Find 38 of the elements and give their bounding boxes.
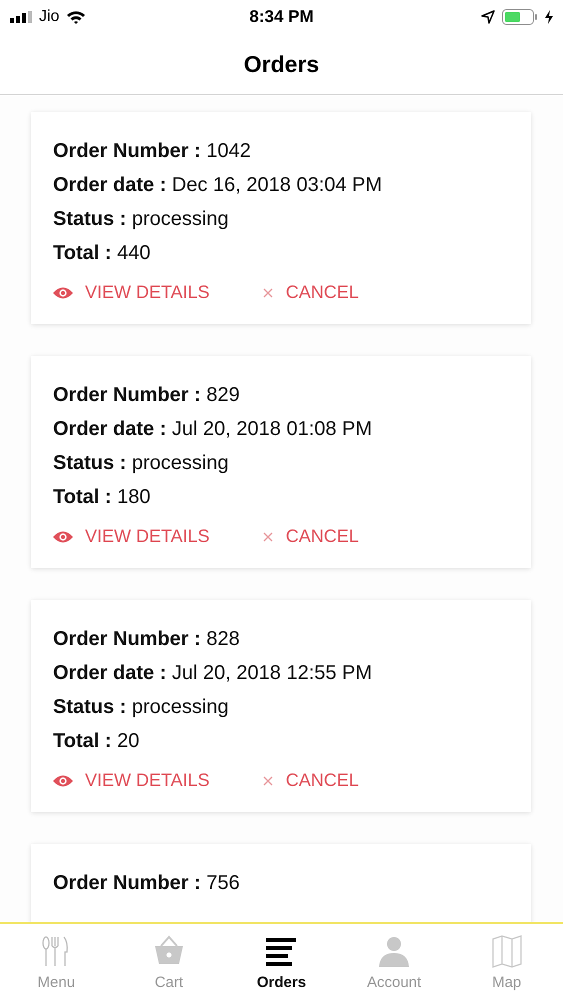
eye-icon — [53, 530, 73, 544]
cancel-button[interactable]: CANCEL — [262, 770, 359, 791]
order-field: Status : processing — [53, 202, 509, 236]
tab-item[interactable]: Cart — [112, 924, 226, 1000]
order-field: Status : processing — [53, 690, 509, 724]
order-field: Order date : Jul 20, 2018 12:55 PM — [53, 656, 509, 690]
wifi-icon — [66, 10, 86, 24]
tab-item[interactable]: Map — [450, 924, 563, 1000]
eye-icon — [53, 774, 73, 788]
eye-icon — [53, 286, 73, 300]
carrier-name: Jio — [39, 8, 60, 26]
view-details-button[interactable]: VIEW DETAILS — [53, 282, 210, 303]
cross-icon — [262, 774, 274, 786]
order-field: Status : processing — [53, 446, 509, 480]
order-field: Total : 440 — [53, 236, 509, 270]
tab-item[interactable]: Orders — [225, 924, 338, 1000]
view-details-button[interactable]: VIEW DETAILS — [53, 770, 210, 791]
tab-item[interactable]: Account — [338, 924, 450, 1000]
order-field: Order date : Dec 16, 2018 03:04 PM — [53, 168, 509, 202]
cross-icon — [262, 286, 274, 298]
location-icon — [481, 10, 495, 24]
order-field: Order Number : 829 — [53, 378, 509, 412]
order-field: Order Number : 828 — [53, 622, 509, 656]
cross-icon — [262, 530, 274, 542]
order-field: Total : 20 — [53, 724, 509, 758]
view-details-button[interactable]: VIEW DETAILS — [53, 526, 210, 547]
status-time: 8:34 PM — [248, 7, 315, 27]
order-field: Total : 180 — [53, 480, 509, 514]
cancel-button[interactable]: CANCEL — [262, 282, 359, 303]
charging-icon — [545, 10, 553, 24]
tab-item[interactable]: Menu — [0, 924, 113, 1000]
cancel-button[interactable]: CANCEL — [262, 526, 359, 547]
screen-title: Orders — [244, 50, 320, 78]
battery-icon — [502, 9, 538, 25]
order-field: Order Number : 1042 — [53, 134, 509, 168]
order-field: Order Number : 756 — [53, 866, 509, 900]
signal-icon — [10, 11, 32, 23]
order-field: Order date : Jul 20, 2018 01:08 PM — [53, 412, 509, 446]
